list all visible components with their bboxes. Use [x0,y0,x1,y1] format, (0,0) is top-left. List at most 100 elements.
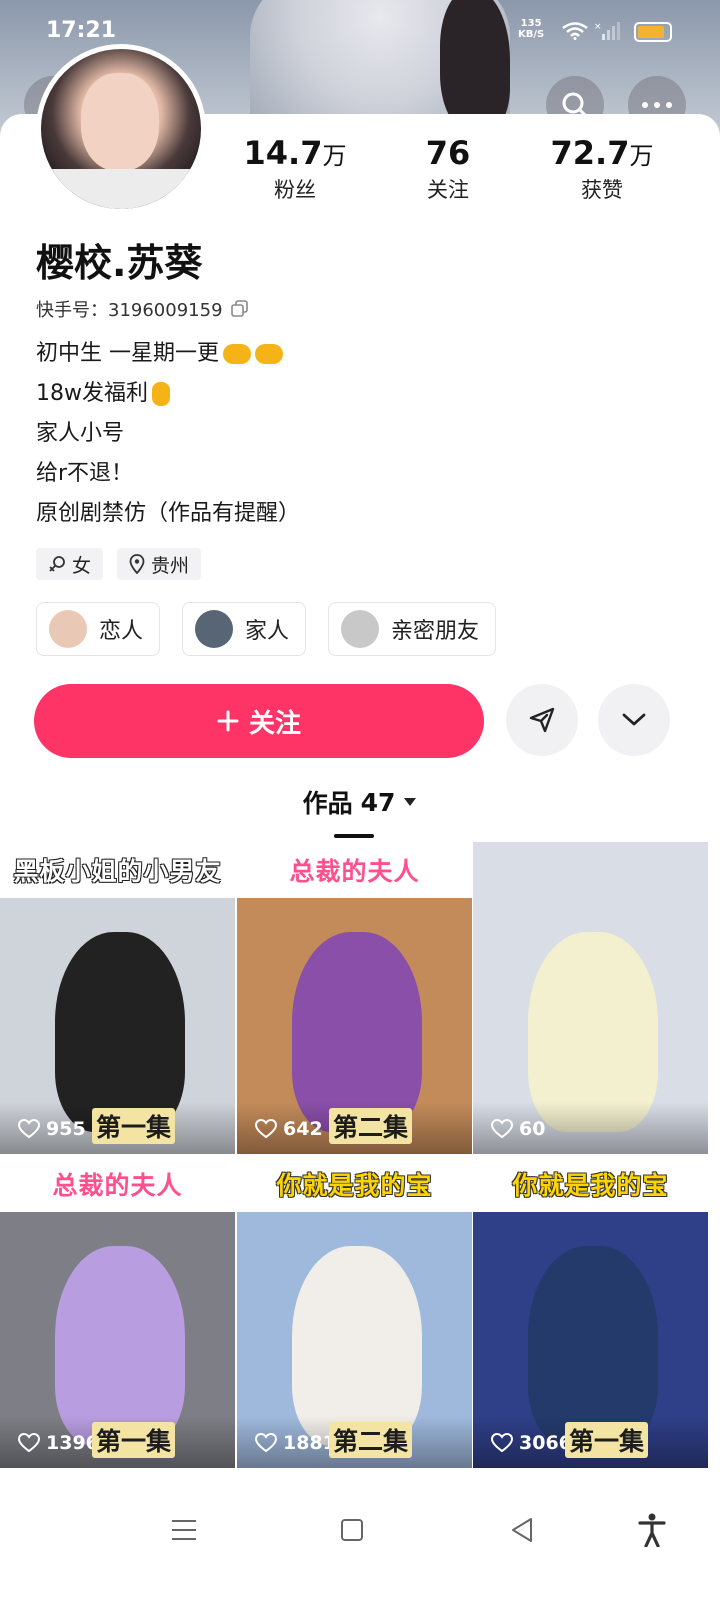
svg-text:×: × [594,22,602,32]
relationship-label: 亲密朋友 [391,619,480,644]
relationship-list: 恋人 家人 亲密朋友 [36,602,497,656]
video-title-banner: 总裁的夫人 [0,1156,235,1212]
video-title: 你就是我的宝 [276,1171,433,1200]
location-tag: 贵州 [117,548,202,580]
bio-line: 18w发福利 [36,374,300,414]
relationship-label: 家人 [245,619,290,644]
bio-line: 初中生 一星期一更 [36,334,300,374]
video-thumbnail[interactable]: 总裁的夫人 642 第二集 [237,842,472,1154]
stat-value: 14.7 [243,134,323,172]
stat-unit: 万 [629,142,654,170]
relationship-avatar [341,610,380,648]
episode-label: 第一集 [92,1422,176,1458]
stat-value: 76 [425,134,471,172]
location-pin-icon [129,554,145,574]
gender-tag: 女 [36,548,104,580]
female-icon [49,556,65,572]
bio-text: 家人小号 [36,421,125,446]
network-speed-unit: KB/S [518,29,545,40]
episode-label: 第二集 [329,1108,413,1144]
status-time: 17:21 [46,18,117,43]
signal-icon: × [594,22,620,40]
bio-text: 初中生 一星期一更 [36,341,219,366]
video-thumbnail[interactable]: 60 [473,842,708,1154]
episode-label: 第一集 [565,1422,649,1458]
video-likes: 1881 [255,1432,336,1454]
tab-active-indicator [334,834,374,838]
stat-value: 72.7 [550,134,630,172]
like-count: 60 [519,1118,546,1140]
avatar-face [81,73,159,171]
heart-icon [491,1433,513,1453]
video-likes: 955 [18,1118,86,1140]
like-count: 3066 [519,1432,572,1454]
video-thumbnail[interactable]: 总裁的夫人 1396 第一集 [0,1156,235,1468]
stat-label: 获赞 [581,178,623,202]
relationship-avatar [49,610,87,648]
video-title: 总裁的夫人 [52,1171,183,1200]
plus-icon [217,710,239,732]
video-title-banner: 你就是我的宝 [237,1156,472,1212]
relationship-family[interactable]: 家人 [182,602,307,656]
relationship-avatar [195,610,234,648]
heart-icon [18,1433,40,1453]
bio-text: 原创剧禁仿（作品有提醒） [36,501,301,526]
pointing-hand-icon [223,344,251,364]
video-title-banner: 你就是我的宝 [473,1156,708,1212]
stat-label: 粉丝 [274,178,316,202]
profile-tags: 女 贵州 [36,548,202,580]
more-dots-icon [642,102,672,108]
video-thumbnail[interactable]: 黑板小姐的小男友 955 第一集 [0,842,235,1154]
menu-icon[interactable] [164,1510,204,1550]
relationship-label: 恋人 [99,619,144,644]
video-title-banner: 总裁的夫人 [237,842,472,898]
back-icon[interactable] [502,1510,542,1550]
battery-icon [634,22,672,42]
battery-level [638,26,664,38]
stat-fans[interactable]: 14.7万 粉丝 [220,134,370,204]
episode-label: 第一集 [92,1108,176,1144]
network-speed-value: 135 [520,18,542,29]
video-thumbnail[interactable]: 你就是我的宝 3066 第一集 [473,1156,708,1468]
bio-line: 家人小号 [36,414,300,454]
home-icon[interactable] [332,1510,372,1550]
follow-button[interactable]: 关注 [34,684,484,758]
bio-line: 原创剧禁仿（作品有提醒） [36,494,300,534]
heart-icon [491,1119,513,1139]
profile-name: 樱校.苏葵 [36,241,203,285]
system-navigation-bar [0,1486,720,1600]
copy-icon[interactable] [230,300,249,318]
relationship-close-friend[interactable]: 亲密朋友 [328,602,497,656]
video-title: 你就是我的宝 [512,1171,669,1200]
like-count: 1881 [283,1432,336,1454]
network-speed: 135 KB/S [518,18,544,40]
stat-unit: 万 [322,142,347,170]
like-count: 642 [283,1118,323,1140]
heart-icon [255,1119,277,1139]
like-count: 955 [46,1118,86,1140]
send-icon [529,707,555,733]
message-button[interactable] [506,684,578,756]
gender-label: 女 [72,554,92,577]
bio-line: 给r不退！ [36,454,300,494]
video-thumbnail[interactable]: 你就是我的宝 1881 第二集 [237,1156,472,1468]
follow-label: 关注 [248,708,301,739]
video-title: 黑板小姐的小男友 [13,857,222,886]
stat-following[interactable]: 76 关注 [373,134,523,204]
kuaishou-id-row[interactable]: 快手号：3196009159 [36,296,249,322]
expand-button[interactable] [598,684,670,756]
stat-likes[interactable]: 72.7万 获赞 [527,134,677,204]
video-likes: 3066 [491,1432,572,1454]
video-title-banner: 黑板小姐的小男友 [0,842,235,898]
kuaishou-id: 快手号：3196009159 [36,300,223,321]
relationship-lover[interactable]: 恋人 [36,602,161,656]
heart-icon [18,1119,40,1139]
video-likes: 60 [491,1118,545,1140]
tab-works[interactable]: 作品 47 [0,784,720,838]
heart-icon [255,1433,277,1453]
accessibility-icon[interactable] [632,1510,672,1550]
pointing-hand-icon [255,344,283,364]
hand-gesture-icon [152,382,170,406]
avatar[interactable] [36,44,206,214]
video-likes: 642 [255,1118,323,1140]
